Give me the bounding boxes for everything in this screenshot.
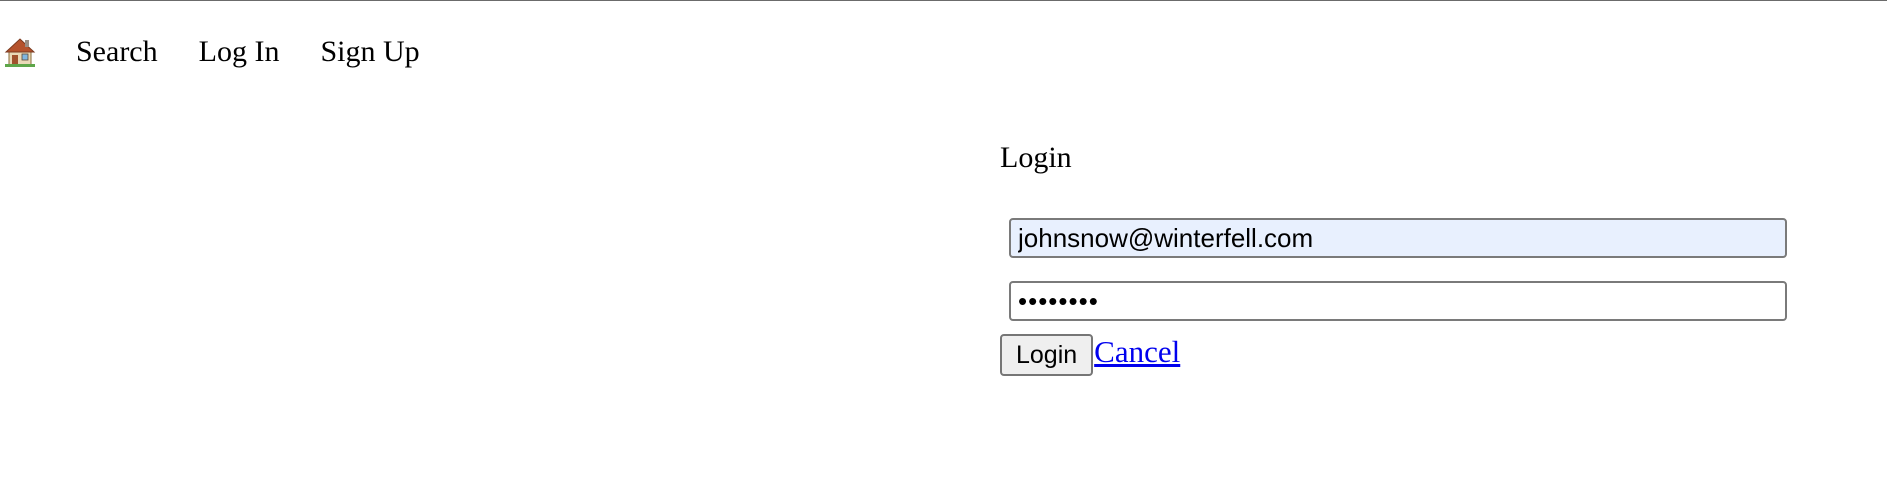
top-nav: Search Log In Sign Up — [4, 30, 461, 74]
nav-login-link[interactable]: Log In — [199, 35, 280, 69]
house-graphic — [4, 38, 36, 67]
login-button[interactable]: Login — [1000, 334, 1094, 376]
top-border — [0, 0, 1887, 1]
login-heading: Login — [1000, 141, 1072, 174]
nav-search-link[interactable]: Search — [76, 35, 158, 69]
email-field[interactable] — [1009, 218, 1787, 258]
home-icon[interactable] — [4, 36, 36, 68]
nav-signup-link[interactable]: Sign Up — [320, 35, 419, 69]
login-form: Login Login Cancel — [1000, 138, 1800, 376]
password-field[interactable] — [1009, 281, 1787, 321]
cancel-link[interactable]: Cancel — [1094, 334, 1180, 370]
form-actions: Login Cancel — [1000, 334, 1180, 376]
